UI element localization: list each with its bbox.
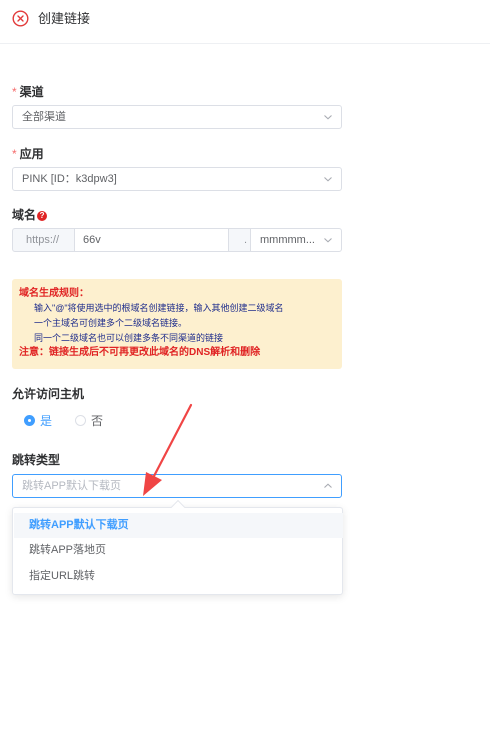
app-label-text: 应用: [19, 147, 44, 161]
dropdown-option-label: 跳转APP落地页: [29, 544, 107, 556]
dropdown-option[interactable]: 指定URL跳转: [14, 564, 343, 589]
chevron-down-icon: [324, 238, 332, 243]
redirect-type-select[interactable]: 跳转APP默认下载页: [12, 474, 342, 498]
rules-line: 一个主域名可创建多个二级域名链接。: [34, 318, 188, 328]
radio-yes-label: 是: [40, 414, 53, 428]
domain-label: 域名?: [12, 208, 48, 222]
dropdown-option[interactable]: 跳转APP落地页: [14, 538, 343, 563]
radio-no[interactable]: 否: [75, 414, 115, 428]
dropdown-option[interactable]: 跳转APP默认下载页: [14, 513, 343, 538]
help-icon[interactable]: ?: [37, 211, 48, 221]
rules-note: 注意：链接生成后不可再更改此域名的DNS解析和删除: [19, 347, 261, 358]
required-mark: *: [12, 85, 17, 99]
domain-rules-notice: 域名生成规则： 输入"@"将使用选中的根域名创建链接，输入其他创建二级域名 一个…: [12, 279, 342, 369]
chevron-up-icon: [324, 483, 332, 488]
dropdown-option-label: 跳转APP默认下载页: [29, 519, 129, 531]
subdomain-input[interactable]: 66v: [74, 228, 229, 252]
radio-dot: [75, 415, 86, 426]
domain-label-text: 域名: [12, 208, 37, 222]
channel-label-text: 渠道: [19, 85, 44, 99]
subdomain-value: 66v: [83, 234, 101, 246]
redirect-type-label: 跳转类型: [12, 453, 61, 467]
app-select[interactable]: PINK [ID：k3dpw3]: [12, 167, 342, 191]
domain-input-group: https:// 66v . mmmmm...: [12, 228, 342, 252]
channel-select[interactable]: 全部渠道: [12, 105, 342, 129]
chevron-down-icon: [324, 177, 332, 182]
dialog-header: 创建链接: [0, 0, 490, 44]
required-mark: *: [12, 147, 17, 161]
dropdown-caret: [170, 499, 186, 515]
app-label: * 应用: [12, 147, 44, 161]
protocol-prefix: https://: [12, 228, 75, 252]
close-icon[interactable]: [12, 10, 29, 27]
chevron-down-icon: [324, 115, 332, 120]
protocol-prefix-text: https://: [26, 234, 60, 246]
rules-line: 同一个二级域名也可以创建多条不同渠道的链接: [34, 333, 224, 343]
rules-title: 域名生成规则：: [19, 288, 89, 299]
page-title: 创建链接: [38, 11, 91, 26]
dropdown-option-label: 指定URL跳转: [29, 570, 96, 582]
app-select-value: PINK [ID：k3dpw3]: [22, 173, 117, 185]
redirect-type-placeholder: 跳转APP默认下载页: [22, 480, 122, 492]
channel-select-value: 全部渠道: [22, 111, 66, 123]
radio-yes[interactable]: 是: [24, 414, 64, 428]
redirect-type-dropdown: 跳转APP默认下载页 跳转APP落地页 指定URL跳转: [12, 499, 343, 595]
dot-separator-text: .: [244, 234, 248, 246]
access-host-label: 允许访问主机: [12, 387, 85, 401]
channel-label: * 渠道: [12, 85, 44, 99]
radio-no-label: 否: [91, 414, 104, 428]
radio-dot: [24, 415, 35, 426]
rules-line: 输入"@"将使用选中的根域名创建链接，输入其他创建二级域名: [34, 303, 284, 313]
root-domain-value: mmmmm...: [260, 234, 315, 246]
root-domain-select[interactable]: mmmmm...: [250, 228, 342, 252]
